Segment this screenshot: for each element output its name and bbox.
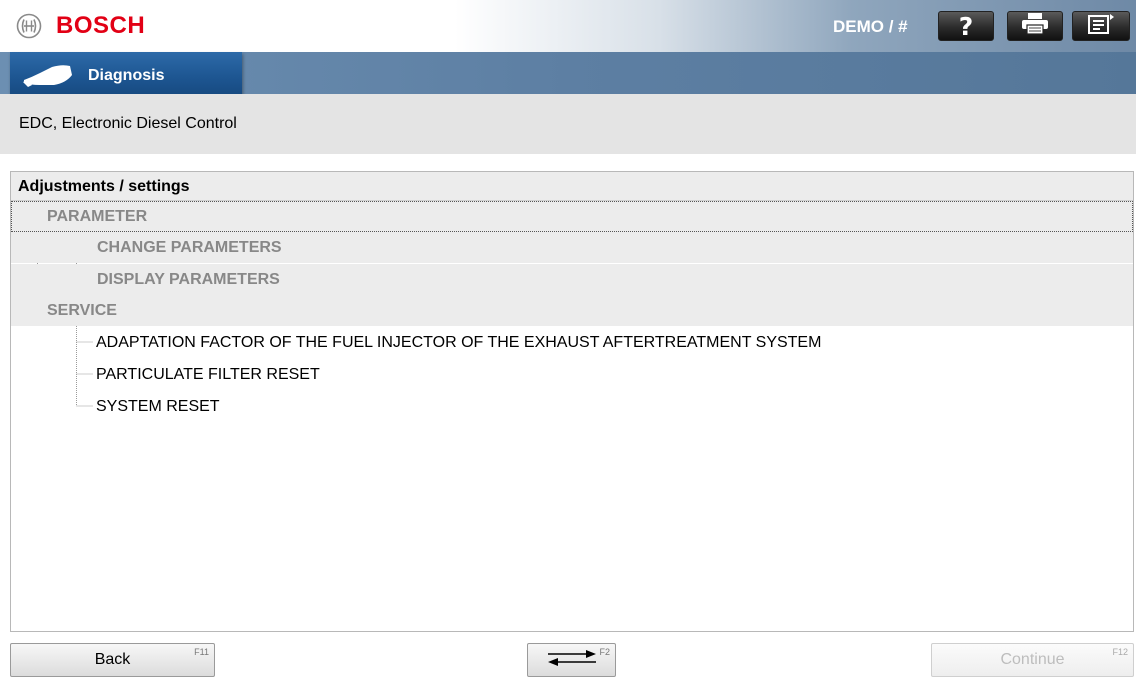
tree-node-label: DISPLAY PARAMETERS: [97, 270, 280, 288]
function-key-label: F11: [194, 647, 209, 657]
continue-button[interactable]: Continue F12: [931, 643, 1134, 677]
function-key-label: F12: [1112, 647, 1128, 657]
tree-node-service[interactable]: SERVICE: [11, 295, 1133, 326]
print-button[interactable]: [1007, 11, 1063, 41]
brand-name: BOSCH: [56, 12, 146, 39]
tree-item-system-reset[interactable]: SYSTEM RESET: [11, 391, 1133, 422]
back-label: Back: [94, 651, 131, 668]
bosch-armature-icon: [16, 13, 42, 39]
tree-node-label: PARAMETER: [47, 207, 148, 225]
adjustments-panel: Adjustments / settings PARAMETER CHANGE …: [10, 171, 1134, 632]
function-key-label: F2: [599, 647, 610, 657]
help-button[interactable]: ?: [938, 11, 994, 41]
continue-label: Continue: [1000, 651, 1065, 668]
tab-diagnosis[interactable]: Diagnosis: [10, 52, 242, 100]
question-icon: ?: [958, 11, 974, 41]
control-unit-title: EDC, Electronic Diesel Control: [19, 115, 237, 132]
swap-button[interactable]: F2: [527, 643, 616, 677]
swap-arrows-icon: [542, 647, 602, 674]
tree-node-label: SERVICE: [47, 301, 117, 319]
tree-item-adaptation-factor[interactable]: ADAPTATION FACTOR OF THE FUEL INJECTOR O…: [11, 327, 1133, 358]
tree-node-label: CHANGE PARAMETERS: [97, 238, 282, 256]
obd-connector-icon: [22, 63, 74, 89]
tree-item-label: PARTICULATE FILTER RESET: [96, 365, 320, 383]
tree-item-label: SYSTEM RESET: [96, 397, 220, 415]
panel-heading: Adjustments / settings: [11, 172, 1133, 201]
tree-node-display-parameters[interactable]: DISPLAY PARAMETERS: [11, 264, 1133, 295]
app-header: BOSCH DEMO / # ?: [0, 0, 1136, 52]
tree-item-label: ADAPTATION FACTOR OF THE FUEL INJECTOR O…: [96, 333, 822, 351]
tree-item-particulate-filter-reset[interactable]: PARTICULATE FILTER RESET: [11, 359, 1133, 390]
session-label: DEMO / #: [833, 17, 908, 36]
context-bar: EDC, Electronic Diesel Control: [0, 94, 1136, 154]
tree-node-change-parameters[interactable]: CHANGE PARAMETERS: [11, 232, 1133, 263]
printer-icon: [1020, 12, 1050, 41]
menu-export-icon: [1086, 12, 1116, 41]
menu-button[interactable]: [1072, 11, 1130, 41]
back-button[interactable]: Back F11: [10, 643, 215, 677]
bosch-logo: BOSCH: [16, 11, 145, 41]
tree-node-parameter[interactable]: PARAMETER: [11, 201, 1133, 232]
tab-label: Diagnosis: [88, 67, 165, 84]
